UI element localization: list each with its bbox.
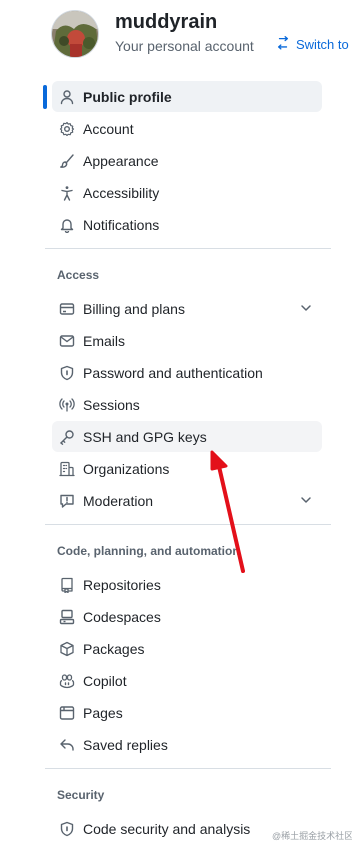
nav-item-emails[interactable]: Emails bbox=[52, 325, 322, 356]
section-divider bbox=[45, 768, 331, 769]
repo-icon bbox=[59, 577, 75, 593]
nav-item-ssh-gpg-keys[interactable]: SSH and GPG keys bbox=[52, 421, 322, 452]
browser-icon bbox=[59, 705, 75, 721]
nav-item-label: Public profile bbox=[83, 88, 172, 105]
section-title-access: Access bbox=[57, 268, 100, 282]
broadcast-icon bbox=[59, 397, 75, 413]
nav-item-label: Code security and analysis bbox=[83, 820, 251, 837]
nav-item-label: Accessibility bbox=[83, 184, 160, 201]
nav-item-label: Organizations bbox=[83, 460, 170, 477]
nav-item-label: Packages bbox=[83, 640, 145, 657]
nav-item-label: Emails bbox=[83, 332, 126, 349]
nav-item-public-profile[interactable]: Public profile bbox=[52, 81, 322, 112]
package-icon bbox=[59, 641, 75, 657]
watermark: @稀土掘金技术社区 bbox=[272, 831, 352, 841]
gear-icon bbox=[59, 121, 75, 137]
account-subtitle: Your personal account bbox=[115, 38, 254, 54]
selected-indicator bbox=[43, 85, 47, 109]
nav-item-label: SSH and GPG keys bbox=[83, 428, 207, 445]
nav-item-label: Sessions bbox=[83, 396, 140, 413]
nav-item-copilot[interactable]: Copilot bbox=[52, 665, 322, 696]
codespaces-icon bbox=[59, 609, 75, 625]
nav-item-label: Moderation bbox=[83, 492, 154, 509]
section-divider bbox=[45, 248, 331, 249]
nav-item-repositories[interactable]: Repositories bbox=[52, 569, 322, 600]
switch-account-label: Switch to bbox=[296, 37, 349, 52]
nav-item-label: Appearance bbox=[83, 152, 159, 169]
username: muddyrain bbox=[115, 11, 218, 33]
nav-item-label: Pages bbox=[83, 704, 123, 721]
avatar[interactable] bbox=[51, 10, 99, 58]
nav-item-password-authentication[interactable]: Password and authentication bbox=[52, 357, 322, 388]
nav-item-packages[interactable]: Packages bbox=[52, 633, 322, 664]
nav-item-label: Notifications bbox=[83, 216, 160, 233]
paintbrush-icon bbox=[59, 153, 75, 169]
bell-icon bbox=[59, 217, 75, 233]
nav-item-organizations[interactable]: Organizations bbox=[52, 453, 322, 484]
section-title-code-planning-automation: Code, planning, and automation bbox=[57, 544, 240, 558]
nav-item-billing[interactable]: Billing and plans bbox=[52, 293, 322, 324]
nav-item-appearance[interactable]: Appearance bbox=[52, 145, 322, 176]
nav-item-sessions[interactable]: Sessions bbox=[52, 389, 322, 420]
nav-item-label: Repositories bbox=[83, 576, 161, 593]
nav-item-pages[interactable]: Pages bbox=[52, 697, 322, 728]
nav-item-label: Copilot bbox=[83, 672, 127, 689]
copilot-icon bbox=[59, 673, 75, 689]
organization-icon bbox=[59, 461, 75, 477]
arrow-switch-icon bbox=[276, 36, 290, 53]
nav-item-codespaces[interactable]: Codespaces bbox=[52, 601, 322, 632]
nav-item-label: Account bbox=[83, 120, 134, 137]
switch-account-link[interactable]: Switch to bbox=[276, 36, 349, 53]
account-header: muddyrain Your personal account Switch t… bbox=[51, 8, 351, 64]
nav-item-moderation[interactable]: Moderation bbox=[52, 485, 322, 516]
nav-item-label: Codespaces bbox=[83, 608, 161, 625]
nav-item-accessibility[interactable]: Accessibility bbox=[52, 177, 322, 208]
nav-item-saved-replies[interactable]: Saved replies bbox=[52, 729, 322, 760]
nav-item-label: Saved replies bbox=[83, 736, 168, 753]
section-title-security: Security bbox=[57, 788, 105, 802]
nav-item-label: Password and authentication bbox=[83, 364, 263, 381]
nav-item-account[interactable]: Account bbox=[52, 113, 322, 144]
shield-lock-icon bbox=[59, 365, 75, 381]
section-divider bbox=[45, 524, 331, 525]
chevron-down-icon[interactable] bbox=[298, 300, 314, 316]
chevron-down-icon[interactable] bbox=[298, 492, 314, 508]
shield-lock-icon bbox=[59, 821, 75, 837]
key-icon bbox=[59, 429, 75, 445]
accessibility-icon bbox=[59, 185, 75, 201]
credit-card-icon bbox=[59, 301, 75, 317]
mail-icon bbox=[59, 333, 75, 349]
nav-item-label: Billing and plans bbox=[83, 300, 185, 317]
person-icon bbox=[59, 89, 75, 105]
reply-icon bbox=[59, 737, 75, 753]
report-icon bbox=[59, 493, 75, 509]
nav-item-notifications[interactable]: Notifications bbox=[52, 209, 322, 240]
